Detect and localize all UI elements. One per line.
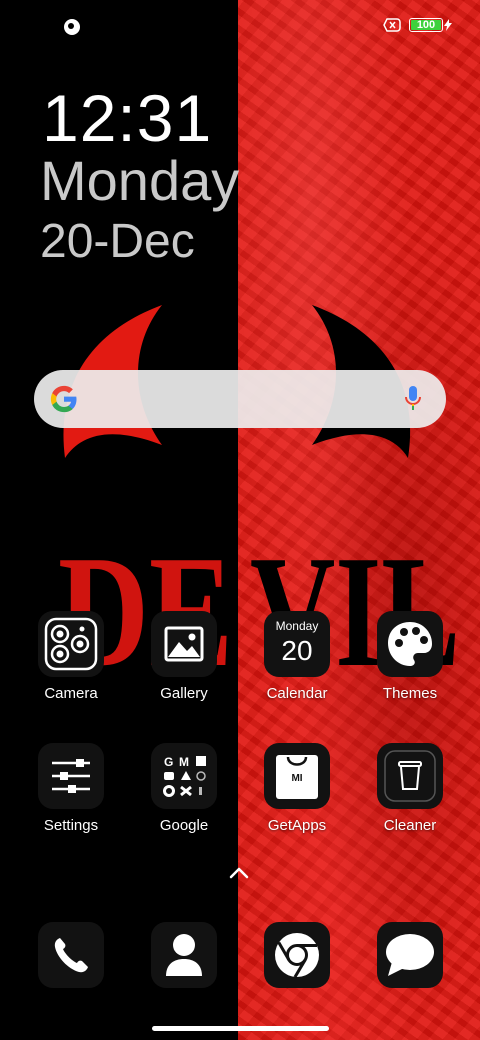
app-google-folder[interactable]: G M Google [134,743,234,834]
image-icon [151,611,217,677]
app-label: Gallery [160,685,208,702]
app-drawer-chevron-up-icon[interactable] [228,866,250,880]
svg-text:M: M [179,755,189,769]
app-label: GetApps [267,817,327,834]
notification-app-icon [64,19,80,35]
messages-icon [377,922,443,988]
shopping-bag-icon: MI [264,743,330,809]
app-cleaner[interactable]: Cleaner [360,743,460,834]
app-label: Calendar [266,685,328,702]
status-bar: 100 [0,14,480,42]
app-getapps[interactable]: MI GetApps [247,743,347,834]
clock-day: Monday [40,149,240,212]
app-label: Cleaner [383,817,437,834]
app-label: Settings [43,817,99,834]
app-label: Google [159,817,209,834]
charging-icon [444,19,452,31]
dock-contacts[interactable] [134,922,234,988]
home-gesture-bar[interactable] [152,1026,329,1031]
google-search-bar[interactable] [34,370,446,428]
calendar-icon: Monday 20 [264,611,330,677]
google-g-icon [50,385,77,413]
contacts-icon [151,922,217,988]
google-folder-icon: G M [151,743,217,809]
camera-icon [38,611,104,677]
no-sim-icon [383,18,401,32]
sliders-icon [38,743,104,809]
calendar-icon-day: 20 [281,635,313,666]
clock-time[interactable]: 12:31 [42,82,212,154]
calendar-icon-weekday: Monday [275,619,319,633]
battery-percent: 100 [416,19,436,31]
app-camera[interactable]: Camera [21,611,121,702]
dock-chrome[interactable] [247,922,347,988]
app-settings[interactable]: Settings [21,743,121,834]
phone-icon [38,922,104,988]
battery-indicator: 100 [409,18,443,32]
dock-phone[interactable] [21,922,121,988]
app-label: Themes [382,685,438,702]
palette-icon [377,611,443,677]
trash-icon [377,743,443,809]
app-label: Camera [44,685,98,702]
app-themes[interactable]: Themes [360,611,460,702]
getapps-badge: MI [291,773,303,784]
app-gallery[interactable]: Gallery [134,611,234,702]
chrome-icon [264,922,330,988]
svg-text:G: G [164,755,173,769]
clock-date[interactable]: 20-Dec [40,214,195,270]
app-calendar[interactable]: Monday 20 Calendar [247,611,347,702]
mic-icon[interactable] [404,385,422,413]
dock-messages[interactable] [360,922,460,988]
